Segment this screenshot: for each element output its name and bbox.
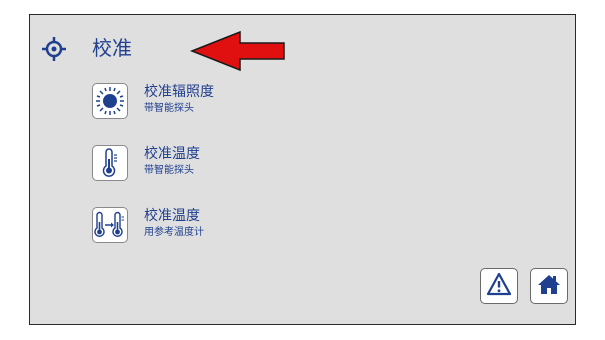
menu-item-calibrate-irradiance[interactable]: 校准辐照度 带智能探头 [92,83,332,125]
menu-item-subtitle: 带智能探头 [144,103,194,114]
menu-item-title: 校准温度 [144,208,200,224]
sun-icon [92,83,128,119]
crosshair-icon [42,37,66,61]
page-title: 校准 [92,36,132,60]
menu-item-subtitle: 用参考温度计 [144,227,204,238]
home-icon [537,273,561,299]
menu-item-title: 校准辐照度 [144,84,214,100]
thermometer-compare-icon [92,207,128,243]
warning-button[interactable] [480,268,518,304]
annotation-arrow [189,30,285,72]
menu-item-subtitle: 带智能探头 [144,165,194,176]
home-button[interactable] [530,268,568,304]
thermometer-icon [92,145,128,181]
menu-item-title: 校准温度 [144,146,200,162]
calibration-screen: 校准 校准辐照度 带智能探头 校准温度 带智能探头 校准温度 用参考温度计 [29,14,576,325]
warning-icon [486,272,512,300]
menu-item-calibrate-temperature-reference[interactable]: 校准温度 用参考温度计 [92,207,332,249]
menu-item-calibrate-temperature-smart[interactable]: 校准温度 带智能探头 [92,145,332,187]
